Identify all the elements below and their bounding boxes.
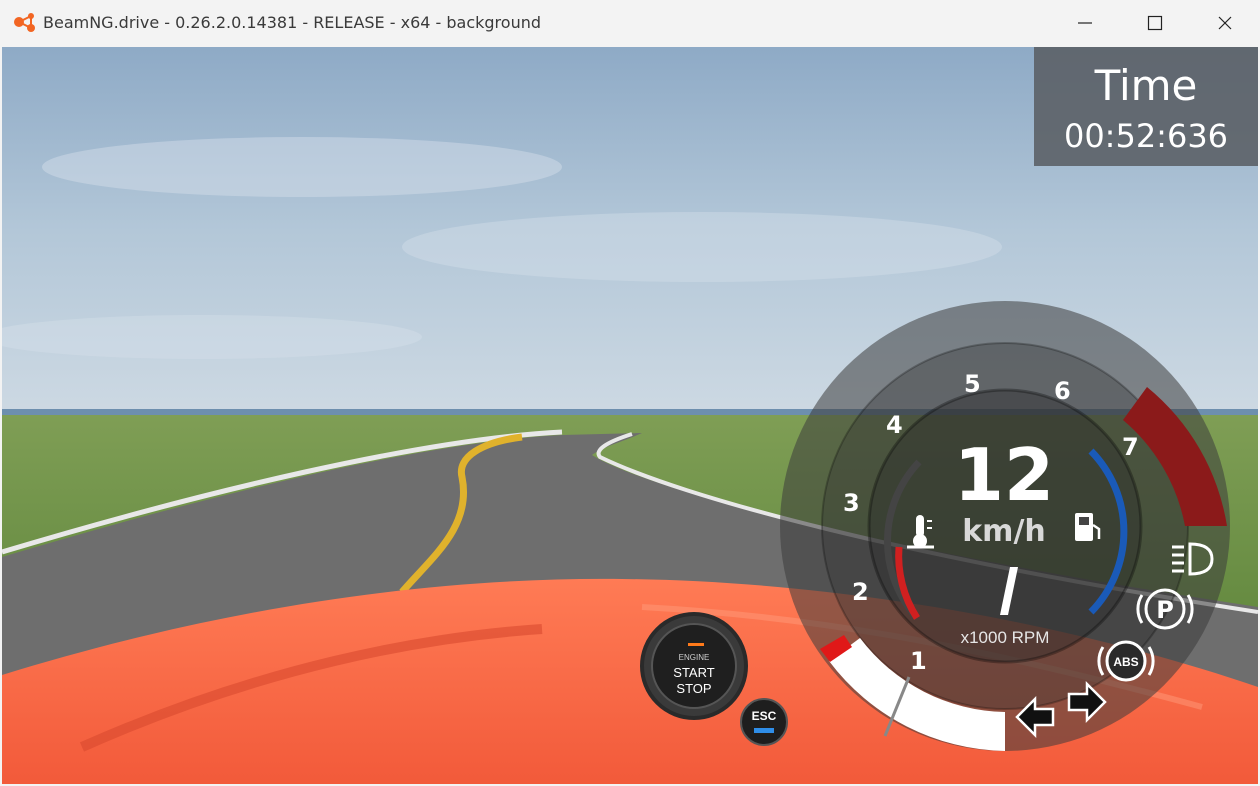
- title-bar[interactable]: BeamNG.drive - 0.26.2.0.14381 - RELEASE …: [0, 0, 1260, 47]
- rpm-tick-3: 3: [843, 489, 860, 517]
- speed-value: 12: [954, 433, 1054, 517]
- rpm-tick-7: 7: [1122, 433, 1139, 461]
- rpm-unit-label: x1000 RPM: [961, 628, 1050, 647]
- start-label: START: [673, 665, 715, 680]
- esc-indicator: [754, 728, 774, 733]
- app-window: BeamNG.drive - 0.26.2.0.14381 - RELEASE …: [0, 0, 1260, 786]
- speed-unit: km/h: [962, 514, 1046, 549]
- rpm-tick-2: 2: [852, 578, 869, 606]
- maximize-icon: [1147, 15, 1163, 31]
- rpm-tick-1: 1: [910, 647, 927, 675]
- close-icon: [1218, 16, 1232, 30]
- rpm-tick-6: 6: [1054, 377, 1071, 405]
- esc-button[interactable]: ESC: [740, 698, 788, 746]
- parking-brake-label: P: [1156, 596, 1174, 624]
- rpm-tick-5: 5: [964, 370, 981, 398]
- engine-led: [688, 643, 704, 646]
- engine-button-face: ENGINE START STOP: [651, 623, 737, 709]
- maximize-button[interactable]: [1120, 0, 1190, 47]
- game-viewport[interactable]: Time 00:52:636 1 2 3 4 5 6 7 12 km/h x10…: [2, 47, 1258, 784]
- beamng-logo-icon: [14, 13, 35, 32]
- rpm-tick-4: 4: [886, 411, 903, 439]
- minimize-button[interactable]: [1050, 0, 1120, 47]
- close-button[interactable]: [1190, 0, 1260, 47]
- speedometer-gauge: 1 2 3 4 5 6 7 12 km/h x1000 RPM P ABS: [780, 301, 1230, 751]
- minimize-icon: [1078, 22, 1092, 24]
- abs-label: ABS: [1113, 655, 1138, 669]
- engine-start-stop-button[interactable]: ENGINE START STOP: [640, 612, 748, 720]
- stop-label: STOP: [676, 681, 712, 696]
- window-title: BeamNG.drive - 0.26.2.0.14381 - RELEASE …: [43, 13, 541, 32]
- engine-label: ENGINE: [678, 653, 710, 662]
- esc-label: ESC: [751, 709, 777, 723]
